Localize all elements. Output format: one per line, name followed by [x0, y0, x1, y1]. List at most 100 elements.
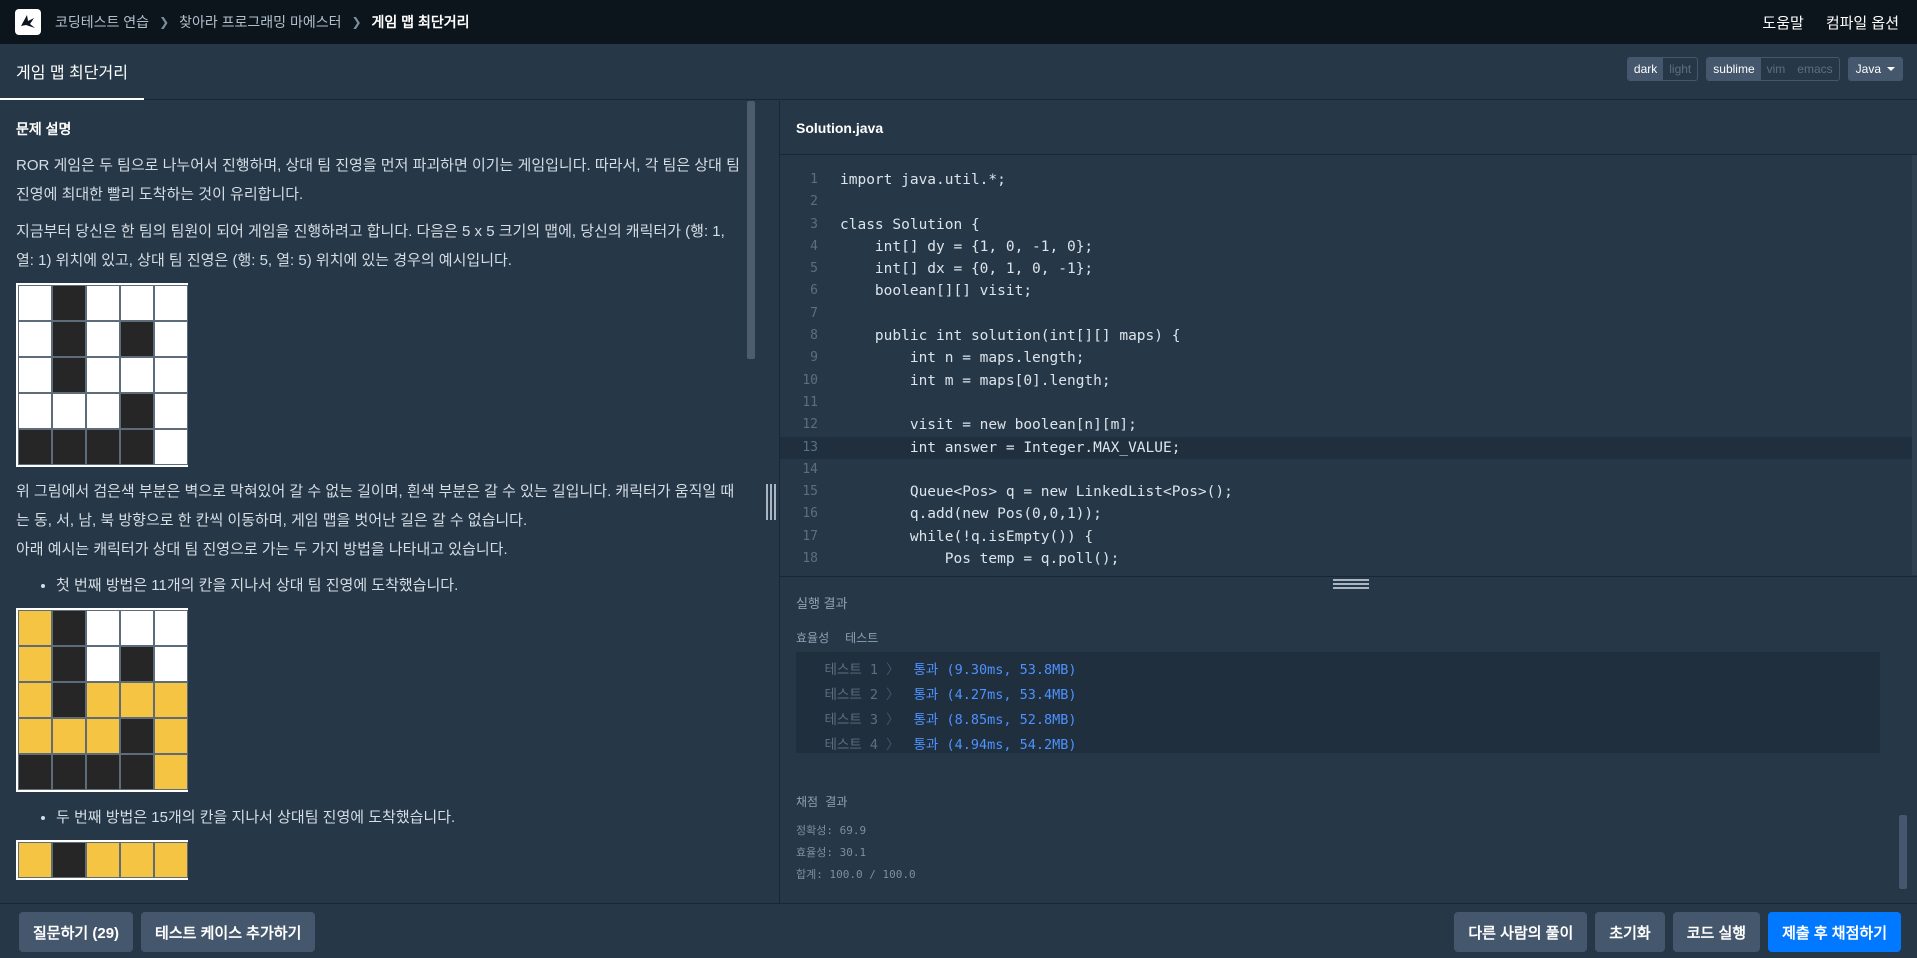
map-cell — [154, 682, 188, 718]
map-cell — [86, 357, 120, 393]
reset-button[interactable]: 초기화 — [1595, 912, 1665, 952]
keymap-vim-button[interactable]: vim — [1761, 58, 1792, 80]
output-scrollbar[interactable] — [1899, 815, 1907, 889]
code-text: q.add(new Pos(0,0,1)); — [840, 506, 1102, 523]
editor-scrollbar[interactable] — [1912, 155, 1917, 575]
tab-bar: 게임 맵 최단거리 dark light sublime vim emacs J… — [0, 44, 1917, 100]
map-cell — [120, 610, 154, 646]
label-test: 테스트 — [845, 631, 879, 645]
map-cell — [52, 842, 86, 878]
map-cell — [120, 842, 154, 878]
breadcrumb-item-category[interactable]: 찾아라 프로그래밍 마에스터 — [179, 12, 341, 32]
help-link[interactable]: 도움말 — [1762, 12, 1803, 33]
caret-down-icon — [1887, 67, 1895, 71]
map-cell — [154, 357, 188, 393]
description-paragraph-3: 위 그림에서 검은색 부분은 벽으로 막혀있어 갈 수 없는 길이며, 흰색 부… — [16, 483, 735, 529]
test-name: 테스트 2 — [824, 686, 878, 703]
test-results-box: 테스트 1 〉 통과 (9.30ms, 53.8MB) 테스트 2 〉 통과 (4.27m… — [796, 652, 1880, 753]
line-number: 16 — [802, 506, 818, 522]
map-cell — [52, 718, 86, 754]
map-cell — [120, 429, 154, 465]
map-cell — [18, 842, 52, 878]
code-line: 16 q.add(new Pos(0,0,1)); — [780, 503, 1914, 525]
map-cell — [86, 610, 120, 646]
code-line: 15 Queue<Pos> q = new LinkedList<Pos>(); — [780, 481, 1914, 503]
line-number: 4 — [810, 238, 818, 254]
map-cell — [86, 321, 120, 357]
code-line: 13 int answer = Integer.MAX_VALUE; — [780, 436, 1914, 459]
problem-scrollbar[interactable] — [747, 101, 755, 359]
code-text: Pos temp = q.poll(); — [840, 551, 1120, 568]
map-cell — [52, 321, 86, 357]
map-cell — [120, 285, 154, 321]
line-number: 6 — [810, 283, 818, 299]
map-cell — [120, 393, 154, 429]
map-cell — [154, 754, 188, 790]
keymap-emacs-button[interactable]: emacs — [1791, 58, 1838, 80]
code-line: 3 class Solution { — [780, 214, 1914, 236]
map-cell — [86, 682, 120, 718]
pane-resize-handle[interactable] — [766, 484, 776, 520]
map-cell — [120, 718, 154, 754]
code-line: 6 boolean[][] visit; — [780, 280, 1914, 302]
breadcrumb-item-practice[interactable]: 코딩테스트 연습 — [55, 12, 149, 32]
line-number: 2 — [810, 194, 818, 210]
method-list: 첫 번째 방법은 11개의 칸을 지나서 상대 팀 진영에 도착했습니다. — [16, 570, 744, 602]
list-item: 두 번째 방법은 15개의 칸을 지나서 상대팀 진영에 도착했습니다. — [56, 802, 744, 834]
problem-description: 문제 설명 ROR 게임은 두 팀으로 나누어서 진행하며, 상대 팀 진영을 … — [0, 101, 760, 903]
line-number: 17 — [802, 528, 818, 544]
code-line: 18 Pos temp = q.poll(); — [780, 548, 1914, 570]
bottom-action-bar: 질문하기 (29) 테스트 케이스 추가하기 다른 사람의 풀이 초기화 코드 … — [0, 903, 1917, 958]
others-solutions-button[interactable]: 다른 사람의 풀이 — [1454, 912, 1588, 952]
map-cell — [52, 393, 86, 429]
compile-options-link[interactable]: 컴파일 옵션 — [1826, 12, 1899, 33]
map-cell — [86, 393, 120, 429]
chevron-right-icon: ❯ — [159, 15, 170, 29]
theme-dark-button[interactable]: dark — [1627, 58, 1664, 80]
code-line: 12 visit = new boolean[n][m]; — [780, 414, 1914, 436]
test-name: 테스트 1 — [824, 661, 878, 678]
code-text: class Solution { — [840, 216, 980, 233]
line-number: 3 — [810, 216, 818, 232]
code-text: int[] dx = {0, 1, 0, -1}; — [840, 261, 1094, 278]
map-cell — [18, 682, 52, 718]
description-paragraph-2: 지금부터 당신은 한 팀의 팀원이 되어 게임을 진행하려고 합니다. 다음은 … — [16, 223, 725, 269]
language-select[interactable]: Java — [1847, 57, 1903, 81]
add-testcase-button[interactable]: 테스트 케이스 추가하기 — [141, 912, 316, 952]
output-labels: 효율성 테스트 — [796, 629, 1896, 646]
score-efficiency: 효율성: 30.1 — [796, 846, 867, 859]
code-text: boolean[][] visit; — [840, 283, 1033, 300]
section-title: 문제 설명 — [16, 121, 72, 137]
code-text: int[] dy = {1, 0, -1, 0}; — [840, 238, 1094, 255]
map-cell — [18, 285, 52, 321]
chevron-right-icon: 〉 — [886, 736, 900, 753]
ask-question-button[interactable]: 질문하기 (29) — [19, 912, 134, 952]
map-cell — [154, 285, 188, 321]
line-number: 15 — [802, 484, 818, 500]
code-editor[interactable]: 1 import java.util.*; 2 3 class Solution {4 … — [780, 169, 1914, 575]
line-number: 12 — [802, 417, 818, 433]
line-number: 13 — [802, 439, 818, 455]
map-cell — [18, 754, 52, 790]
run-code-button[interactable]: 코드 실행 — [1672, 912, 1761, 952]
label-efficiency: 효율성 — [796, 631, 830, 645]
keymap-sublime-button[interactable]: sublime — [1707, 58, 1761, 80]
editor-pane: Solution.java 1 import java.util.*; 2 3 clas… — [779, 101, 1917, 903]
programmers-logo-icon[interactable] — [15, 9, 41, 35]
map-cell — [18, 718, 52, 754]
theme-light-button[interactable]: light — [1663, 58, 1697, 80]
list-item: 첫 번째 방법은 11개의 칸을 지나서 상대 팀 진영에 도착했습니다. — [56, 570, 744, 602]
code-line: 8 public int solution(int[][] maps) { — [780, 325, 1914, 347]
test-result: 통과 (4.27ms, 53.4MB) — [913, 686, 1077, 703]
submit-button[interactable]: 제출 후 채점하기 — [1768, 912, 1901, 952]
line-number: 14 — [802, 461, 818, 477]
map-cell — [52, 610, 86, 646]
map-cell — [86, 718, 120, 754]
map-cell — [52, 285, 86, 321]
line-number: 10 — [802, 372, 818, 388]
test-result-row: 테스트 2 〉 통과 (4.27ms, 53.4MB) — [796, 680, 1880, 705]
chevron-right-icon: ❯ — [351, 15, 362, 29]
tab-problem[interactable]: 게임 맵 최단거리 — [0, 44, 144, 100]
line-number: 11 — [802, 394, 818, 410]
map-cell — [120, 754, 154, 790]
